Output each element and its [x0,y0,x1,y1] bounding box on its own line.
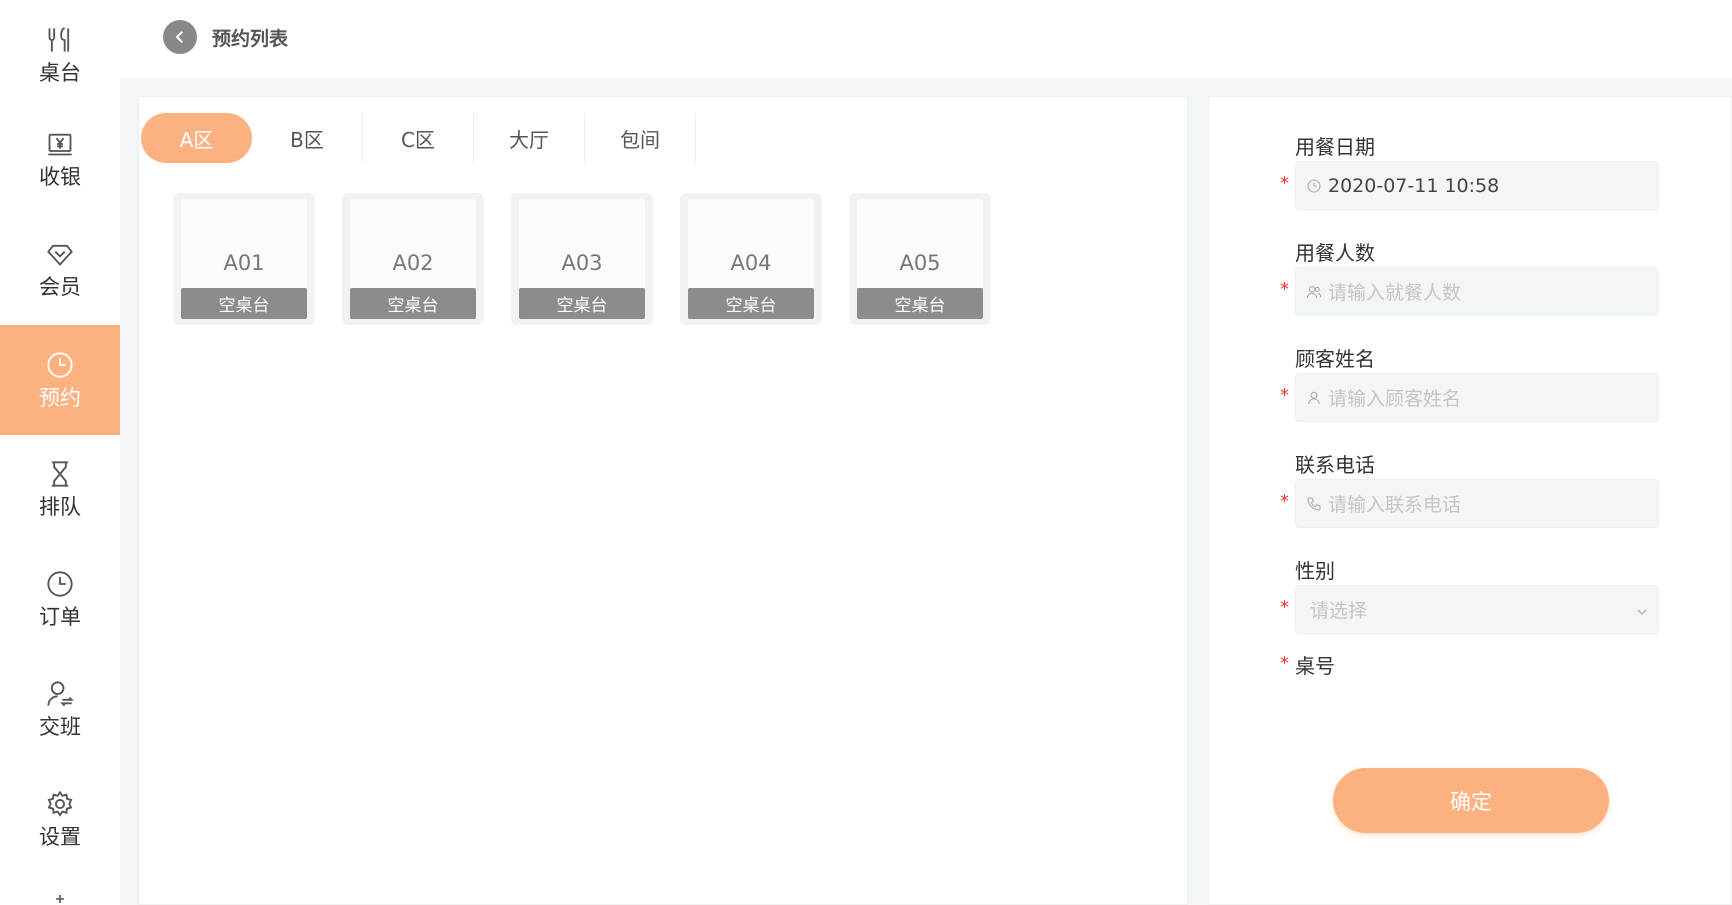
sidebar-item-label: 订单 [39,605,81,629]
sidebar-item-label: 桌台 [39,61,81,85]
sidebar-item-settings[interactable]: 设置 [0,764,120,874]
table-card-inner: A03 空桌台 [519,199,645,319]
table-status: 空桌台 [350,288,476,319]
table-no-label: 桌号 [1295,654,1335,678]
table-card-inner: A04 空桌台 [688,199,814,319]
table-name: A02 [392,251,434,275]
table-status: 空桌台 [181,288,307,319]
table-card[interactable]: A04 空桌台 [680,193,822,325]
table-card[interactable]: A03 空桌台 [511,193,653,325]
phone-label: 联系电话 [1295,453,1375,477]
sidebar-item-cashier[interactable]: 收银 [0,104,120,214]
gender-select[interactable]: 请选择 [1295,585,1659,634]
gear-icon [45,789,75,819]
gender-placeholder: 请选择 [1310,600,1368,622]
user-icon [1304,388,1324,408]
yen-icon [45,129,75,159]
table-name: A01 [223,251,265,275]
table-card[interactable]: A05 空桌台 [849,193,991,325]
page-title: 预约列表 [212,28,289,50]
tab-a-zone[interactable]: A区 [141,113,252,163]
diamond-icon [45,239,75,269]
people-placeholder: 请输入就餐人数 [1328,282,1462,304]
required-mark: * [1280,597,1289,618]
people-input[interactable]: 请输入就餐人数 [1295,267,1659,316]
name-input[interactable]: 请输入顾客姓名 [1295,373,1659,422]
table-status: 空桌台 [857,288,983,319]
table-panel: A区 B区 C区 大厅 包间 A01 空桌台 A02 空桌台 A03 空桌台 A… [138,96,1188,905]
sidebar-item-label: 排队 [39,495,81,519]
table-card-inner: A02 空桌台 [350,199,476,319]
sidebar-item-label: 会员 [39,275,81,299]
chevron-left-icon [175,31,183,43]
required-mark: * [1280,279,1289,300]
users-icon [1304,282,1324,302]
table-card[interactable]: A02 空桌台 [342,193,484,325]
sidebar-item-queue[interactable]: 排队 [0,434,120,544]
required-mark: * [1280,385,1289,406]
gender-label: 性别 [1295,559,1335,583]
table-card-inner: A05 空桌台 [857,199,983,319]
sidebar-item-label: 预约 [39,386,81,410]
required-mark: * [1280,653,1289,674]
clock-icon [45,350,75,380]
sidebar-item-orders[interactable]: 订单 [0,544,120,654]
table-name: A03 [561,251,603,275]
confirm-button[interactable]: 确定 [1333,768,1609,833]
utensils-icon [45,25,75,55]
sidebar-item-tables[interactable]: 桌台 [0,0,120,110]
date-value: 2020-07-11 10:58 [1328,174,1500,197]
sidebar: 桌台 收银 会员 预约 排队 订单 交班 设置 [0,0,120,905]
hourglass-icon [45,459,75,489]
sidebar-item-shift[interactable]: 交班 [0,654,120,764]
main-area: A区 B区 C区 大厅 包间 A01 空桌台 A02 空桌台 A03 空桌台 A… [120,78,1732,905]
user-switch-icon [45,679,75,709]
name-placeholder: 请输入顾客姓名 [1328,388,1462,410]
sidebar-item-label: 收银 [39,165,81,189]
table-card[interactable]: A01 空桌台 [173,193,315,325]
sidebar-item-label: 交班 [39,715,81,739]
name-label: 顾客姓名 [1295,347,1375,371]
phone-placeholder: 请输入联系电话 [1328,494,1462,516]
back-button[interactable] [163,20,197,54]
clock-icon [45,569,75,599]
phone-icon [1304,494,1324,514]
table-status: 空桌台 [688,288,814,319]
people-label: 用餐人数 [1295,241,1375,265]
tab-hall[interactable]: 大厅 [474,113,585,163]
tab-b-zone[interactable]: B区 [252,113,363,163]
partial-nav-icon [48,893,72,905]
required-mark: * [1280,173,1289,194]
date-label: 用餐日期 [1295,135,1375,159]
chevron-down-icon [1636,603,1648,616]
sidebar-item-label: 设置 [39,825,81,849]
table-name: A05 [899,251,941,275]
tab-c-zone[interactable]: C区 [363,113,474,163]
date-field[interactable]: 2020-07-11 10:58 [1295,161,1659,210]
table-card-inner: A01 空桌台 [181,199,307,319]
required-mark: * [1280,491,1289,512]
table-status: 空桌台 [519,288,645,319]
tab-private-room[interactable]: 包间 [585,113,696,163]
area-tabs: A区 B区 C区 大厅 包间 [141,113,696,163]
sidebar-item-members[interactable]: 会员 [0,214,120,324]
reservation-form: 用餐日期 * 2020-07-11 10:58 用餐人数 * 请输入就餐人数 顾… [1208,96,1732,905]
header: 预约列表 [120,0,1732,78]
phone-input[interactable]: 请输入联系电话 [1295,479,1659,528]
table-grid: A01 空桌台 A02 空桌台 A03 空桌台 A04 空桌台 A05 空桌台 [173,193,1018,325]
clock-icon [1304,176,1324,196]
table-name: A04 [730,251,772,275]
sidebar-item-reservation[interactable]: 预约 [0,325,120,435]
